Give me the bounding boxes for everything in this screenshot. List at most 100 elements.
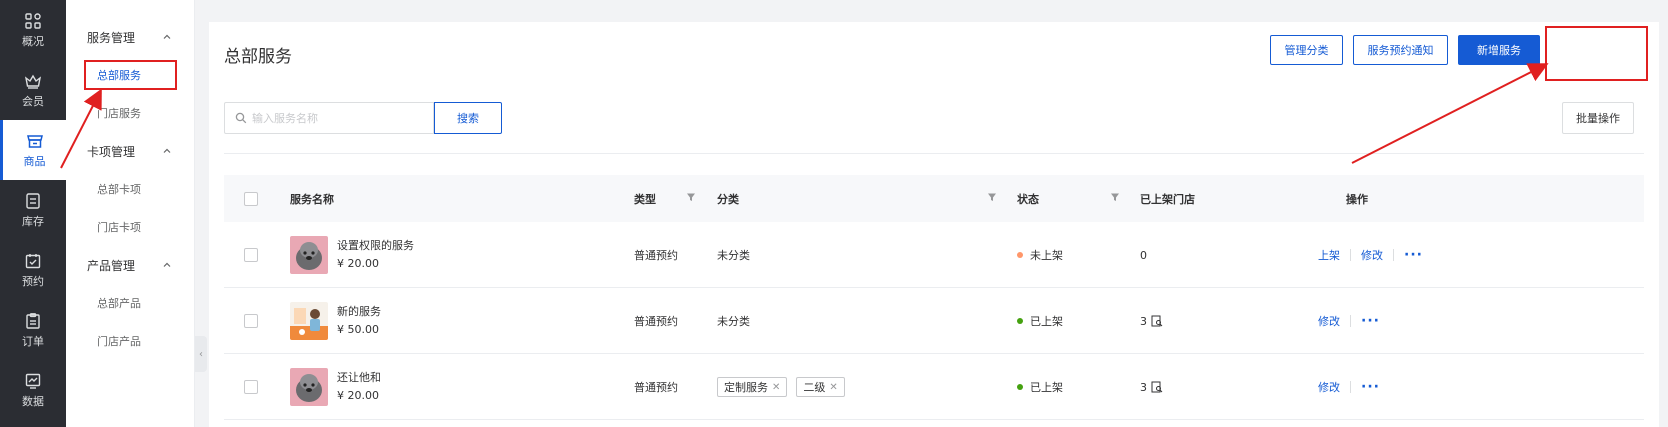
service-price: ¥ 20.00 bbox=[337, 257, 379, 270]
service-price: ¥ 20.00 bbox=[337, 389, 379, 402]
nav-item-hq-card[interactable]: 总部卡项 bbox=[66, 170, 194, 208]
grid-icon bbox=[24, 12, 42, 30]
search-placeholder: 输入服务名称 bbox=[252, 112, 318, 125]
service-type: 普通预约 bbox=[634, 249, 678, 262]
service-price: ¥ 50.00 bbox=[337, 323, 379, 336]
chart-icon bbox=[24, 372, 42, 390]
more-icon[interactable]: ··· bbox=[1404, 247, 1423, 263]
nav-item-store-product[interactable]: 门店产品 bbox=[66, 322, 194, 360]
divider bbox=[1350, 381, 1351, 393]
search-icon bbox=[235, 112, 247, 124]
nav-label: 商品 bbox=[23, 154, 46, 168]
edit-link[interactable]: 修改 bbox=[1318, 379, 1340, 395]
filter-icon[interactable] bbox=[1110, 192, 1120, 202]
service-thumbnail bbox=[290, 302, 328, 340]
col-type: 类型 bbox=[634, 192, 656, 206]
nav-item-hq-product[interactable]: 总部产品 bbox=[66, 284, 194, 322]
nav-item-members[interactable]: 会员 bbox=[0, 60, 66, 120]
nav-item-goods[interactable]: 商品 bbox=[0, 120, 66, 180]
store-icon bbox=[26, 132, 44, 150]
status-badge: 已上架 bbox=[1030, 381, 1063, 394]
nav-group-product[interactable]: 产品管理 bbox=[66, 246, 194, 284]
highlight-box-add-service bbox=[1545, 26, 1648, 81]
store-search-icon[interactable] bbox=[1151, 381, 1163, 393]
edit-link[interactable]: 修改 bbox=[1361, 247, 1383, 263]
collapse-sidebar-button[interactable]: ‹ bbox=[195, 336, 207, 372]
nav-group-service[interactable]: 服务管理 bbox=[66, 18, 194, 56]
col-status: 状态 bbox=[1017, 192, 1039, 206]
divider bbox=[1350, 249, 1351, 261]
nav-label: 订单 bbox=[22, 334, 44, 348]
table-row: 新的服务 ¥ 50.00 普通预约 未分类 已上架 3 修改 ··· bbox=[224, 288, 1644, 354]
store-count: 3 bbox=[1140, 314, 1147, 328]
status-dot bbox=[1017, 318, 1023, 324]
highlight-box-hq-service bbox=[84, 60, 177, 90]
filter-icon[interactable] bbox=[686, 192, 696, 202]
service-thumbnail bbox=[290, 368, 328, 406]
col-stores: 已上架门店 bbox=[1140, 192, 1195, 206]
col-actions: 操作 bbox=[1346, 192, 1368, 206]
nav-item-orders[interactable]: 订单 bbox=[0, 300, 66, 360]
status-dot bbox=[1017, 384, 1023, 390]
status-dot bbox=[1017, 252, 1023, 258]
table-header: 服务名称 类型 分类 状态 已上架门店 操作 bbox=[224, 175, 1644, 222]
manage-category-button[interactable]: 管理分类 bbox=[1270, 35, 1343, 65]
nav-item-store-service[interactable]: 门店服务 bbox=[66, 94, 194, 132]
page-title: 总部服务 bbox=[224, 47, 292, 67]
inventory-icon bbox=[24, 192, 42, 210]
nav-item-data[interactable]: 数据 bbox=[0, 360, 66, 420]
nav-item-booking[interactable]: 预约 bbox=[0, 240, 66, 300]
more-icon[interactable]: ··· bbox=[1361, 379, 1380, 395]
nav-group-card[interactable]: 卡项管理 bbox=[66, 132, 194, 170]
nav-item-store-card[interactable]: 门店卡项 bbox=[66, 208, 194, 246]
store-count: 0 bbox=[1140, 248, 1147, 262]
batch-operation-button[interactable]: 批量操作 bbox=[1562, 102, 1634, 134]
service-category: 未分类 bbox=[717, 315, 750, 328]
filter-icon[interactable] bbox=[987, 192, 997, 202]
row-checkbox[interactable] bbox=[244, 314, 258, 328]
store-count: 3 bbox=[1140, 380, 1147, 394]
chevron-up-icon bbox=[163, 34, 171, 39]
chevron-up-icon bbox=[163, 148, 171, 153]
chevron-left-icon: ‹ bbox=[199, 348, 203, 360]
status-badge: 未上架 bbox=[1030, 249, 1063, 262]
store-search-icon[interactable] bbox=[1151, 315, 1163, 327]
search-input[interactable]: 输入服务名称 bbox=[224, 102, 434, 134]
divider bbox=[1350, 315, 1351, 327]
search-button[interactable]: 搜索 bbox=[434, 102, 502, 134]
service-thumbnail bbox=[290, 236, 328, 274]
edit-link[interactable]: 修改 bbox=[1318, 313, 1340, 329]
divider bbox=[224, 153, 1644, 154]
row-checkbox[interactable] bbox=[244, 248, 258, 262]
add-service-button[interactable]: 新增服务 bbox=[1458, 35, 1540, 65]
nav-label: 概况 bbox=[22, 34, 44, 48]
booking-notice-button[interactable]: 服务预约通知 bbox=[1353, 35, 1448, 65]
status-badge: 已上架 bbox=[1030, 315, 1063, 328]
divider bbox=[1393, 249, 1394, 261]
calendar-check-icon bbox=[24, 252, 42, 270]
order-icon bbox=[24, 312, 42, 330]
row-checkbox[interactable] bbox=[244, 380, 258, 394]
nav-item-inventory[interactable]: 库存 bbox=[0, 180, 66, 240]
service-name: 设置权限的服务 bbox=[337, 239, 414, 252]
more-icon[interactable]: ··· bbox=[1361, 313, 1380, 329]
category-tag: 二级 ✕ bbox=[796, 377, 845, 397]
service-category: 未分类 bbox=[717, 249, 750, 262]
nav-group-label: 产品管理 bbox=[87, 258, 136, 273]
primary-nav: 概况 会员 商品 库存 预约 订单 数据 bbox=[0, 0, 66, 427]
col-category: 分类 bbox=[717, 192, 739, 206]
service-type: 普通预约 bbox=[634, 315, 678, 328]
nav-label: 库存 bbox=[22, 214, 44, 228]
remove-tag-icon[interactable]: ✕ bbox=[772, 382, 780, 393]
service-name: 还让他和 bbox=[337, 371, 381, 384]
nav-group-label: 服务管理 bbox=[87, 30, 136, 45]
nav-item-overview[interactable]: 概况 bbox=[0, 0, 66, 60]
nav-label: 预约 bbox=[22, 274, 44, 288]
publish-link[interactable]: 上架 bbox=[1318, 247, 1340, 263]
chevron-up-icon bbox=[163, 262, 171, 267]
select-all-checkbox[interactable] bbox=[244, 191, 258, 206]
service-name: 新的服务 bbox=[337, 305, 381, 318]
nav-label: 会员 bbox=[22, 94, 44, 108]
nav-group-label: 卡项管理 bbox=[87, 144, 136, 159]
remove-tag-icon[interactable]: ✕ bbox=[829, 382, 837, 393]
